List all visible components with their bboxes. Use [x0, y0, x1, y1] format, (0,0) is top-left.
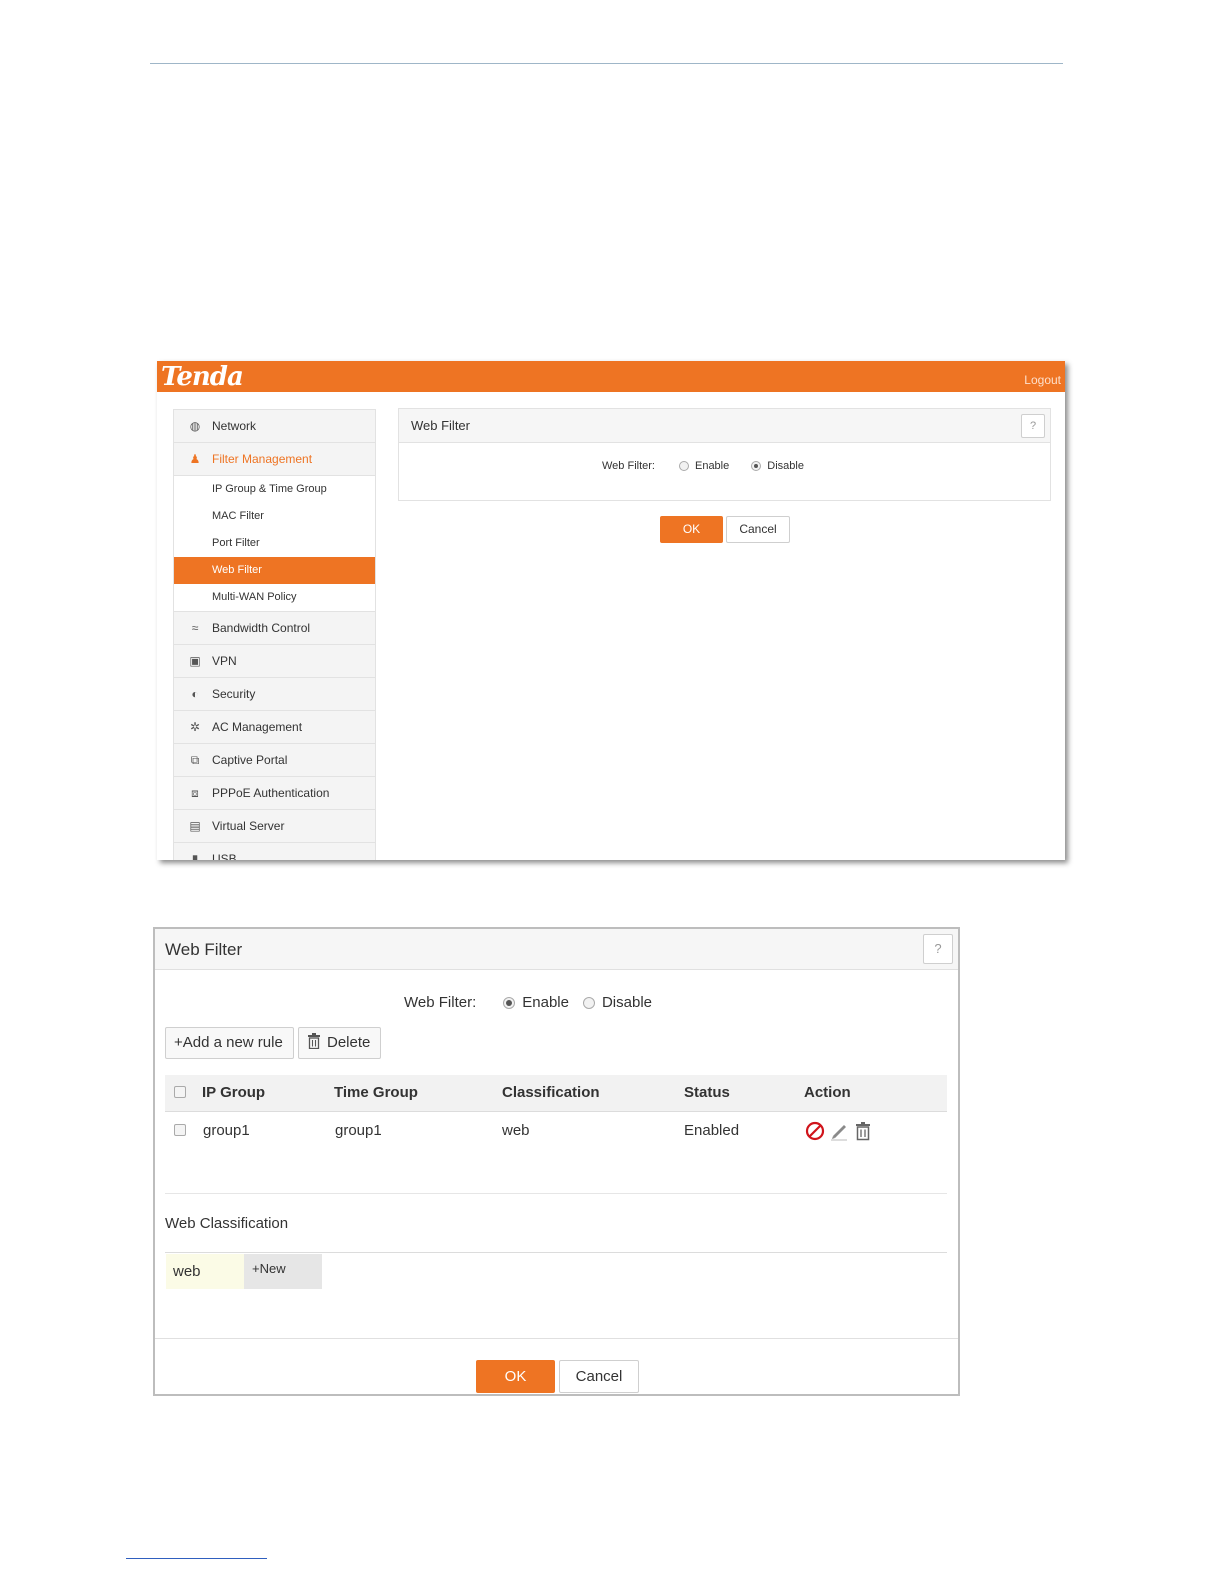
sidebar-item-label: AC Management — [212, 720, 303, 734]
select-all-checkbox[interactable] — [174, 1086, 186, 1098]
time-group-cell: group1 — [335, 1122, 382, 1139]
sidebar-item-label: Filter Management — [212, 452, 313, 466]
delete-rule-icon[interactable] — [853, 1121, 873, 1141]
web-filter-toggle: Web Filter: Enable Disable — [404, 994, 652, 1011]
subnav-port-filter[interactable]: Port Filter — [174, 530, 375, 557]
enable-label: Enable — [522, 994, 569, 1011]
globe-icon: ◍ — [189, 419, 201, 433]
web-filter-toggle: Web Filter: Enable Disable — [602, 460, 804, 472]
enable-radio[interactable] — [678, 461, 689, 471]
sidebar-item-label: Bandwidth Control — [212, 621, 311, 635]
portal-icon: ⧉ — [190, 753, 200, 767]
web-filter-label: Web Filter: — [602, 460, 655, 472]
sidebar-item-label: Network — [212, 419, 257, 433]
subnav-mac-filter[interactable]: MAC Filter — [174, 503, 375, 530]
filter-submenu: IP Group & Time Group MAC Filter Port Fi… — [174, 476, 375, 612]
delete-label: Delete — [327, 1034, 371, 1051]
web-filter-label: Web Filter: — [404, 994, 477, 1011]
status-cell: Enabled — [684, 1122, 740, 1139]
subnav-multi-wan-policy[interactable]: Multi-WAN Policy — [174, 584, 375, 611]
sidebar-item-usb[interactable]: ▮ USB — [174, 843, 375, 860]
page-header-rule — [150, 63, 1063, 64]
sidebar-item-label: Captive Portal — [212, 753, 288, 767]
add-rule-label: +Add a new rule — [174, 1034, 283, 1051]
edit-pencil-icon[interactable] — [829, 1121, 849, 1141]
sidebar-item-security[interactable]: ◐ Security — [174, 678, 375, 711]
top-bar: Tenda Logout — [157, 361, 1065, 392]
row-actions — [805, 1121, 873, 1141]
column-action: Action — [804, 1084, 851, 1101]
new-classification-button[interactable]: +New — [244, 1254, 322, 1289]
sidebar-item-vpn[interactable]: ▣ VPN — [174, 645, 375, 678]
chart-line-icon: ≈ — [191, 621, 199, 635]
subnav-ip-group-time-group[interactable]: IP Group & Time Group — [174, 476, 375, 503]
sidebar-item-label: PPPoE Authentication — [212, 786, 330, 800]
sidebar-item-captive-portal[interactable]: ⧉ Captive Portal — [174, 744, 375, 777]
sidebar-item-label: USB — [212, 852, 237, 860]
panel-title: Web Filter — [399, 409, 1050, 443]
trash-icon — [308, 1033, 320, 1049]
help-button[interactable]: ? — [1021, 414, 1045, 438]
add-rule-button[interactable]: +Add a new rule — [165, 1027, 294, 1059]
classification-cell: web — [502, 1122, 530, 1139]
sidebar-item-label: Security — [212, 687, 256, 701]
wrench-icon: ✲ — [189, 720, 201, 734]
monitor-icon: ▣ — [189, 654, 201, 668]
disable-radio[interactable] — [751, 461, 762, 471]
sidebar-item-network[interactable]: ◍ Network — [174, 410, 375, 443]
sidebar-item-virtual-server[interactable]: ▤ Virtual Server — [174, 810, 375, 843]
classification-tag[interactable]: web — [166, 1254, 244, 1289]
ip-group-cell: group1 — [203, 1122, 250, 1139]
server-icon: ▤ — [189, 819, 201, 833]
router-admin-screenshot: Tenda Logout ◍ Network ♟ Filter Manageme… — [157, 361, 1065, 860]
footer-divider — [155, 1338, 958, 1339]
authentication-icon: ⧈ — [191, 786, 199, 800]
ok-button[interactable]: OK — [660, 516, 723, 543]
shield-icon: ◐ — [191, 687, 199, 701]
web-filter-panel: Web Filter ? Web Filter: Enable Disable — [398, 408, 1051, 501]
cancel-button[interactable]: Cancel — [726, 516, 790, 543]
classification-divider — [165, 1252, 947, 1253]
sidebar-item-label: Virtual Server — [212, 819, 285, 833]
filter-user-icon: ♟ — [189, 452, 201, 466]
row-checkbox[interactable] — [174, 1124, 186, 1136]
sidebar: ◍ Network ♟ Filter Management IP Group &… — [173, 409, 376, 860]
help-button[interactable]: ? — [923, 934, 953, 964]
usb-icon: ▮ — [191, 852, 199, 860]
section-divider — [165, 1193, 947, 1194]
cancel-button[interactable]: Cancel — [559, 1360, 639, 1393]
sidebar-item-pppoe-authentication[interactable]: ⧈ PPPoE Authentication — [174, 777, 375, 810]
delete-button[interactable]: Delete — [298, 1027, 381, 1059]
table-row: group1 group1 web Enabled — [165, 1113, 947, 1149]
sidebar-item-bandwidth-control[interactable]: ≈ Bandwidth Control — [174, 612, 375, 645]
sidebar-item-label: VPN — [212, 654, 237, 668]
panel-title: Web Filter — [155, 929, 958, 970]
column-ip-group: IP Group — [202, 1084, 266, 1101]
web-classification-title: Web Classification — [165, 1215, 289, 1232]
footer-link-underline — [126, 1558, 267, 1559]
sidebar-item-filter-management[interactable]: ♟ Filter Management — [174, 443, 375, 476]
subnav-web-filter[interactable]: Web Filter — [174, 557, 375, 584]
web-filter-enabled-screenshot: Web Filter ? Web Filter: Enable Disable … — [153, 927, 960, 1396]
ok-button[interactable]: OK — [476, 1360, 555, 1393]
disable-label: Disable — [601, 994, 652, 1011]
column-status: Status — [684, 1084, 730, 1101]
column-classification: Classification — [502, 1084, 600, 1101]
tenda-logo: Tenda — [161, 362, 244, 392]
rules-table-header: IP Group Time Group Classification Statu… — [165, 1075, 947, 1112]
enable-radio[interactable] — [503, 996, 516, 1009]
column-time-group: Time Group — [334, 1084, 418, 1101]
disable-rule-icon[interactable] — [805, 1121, 825, 1141]
disable-radio[interactable] — [582, 996, 595, 1009]
disable-label: Disable — [767, 460, 804, 472]
sidebar-item-ac-management[interactable]: ✲ AC Management — [174, 711, 375, 744]
logout-link[interactable]: Logout — [1024, 373, 1061, 387]
enable-label: Enable — [694, 460, 730, 472]
